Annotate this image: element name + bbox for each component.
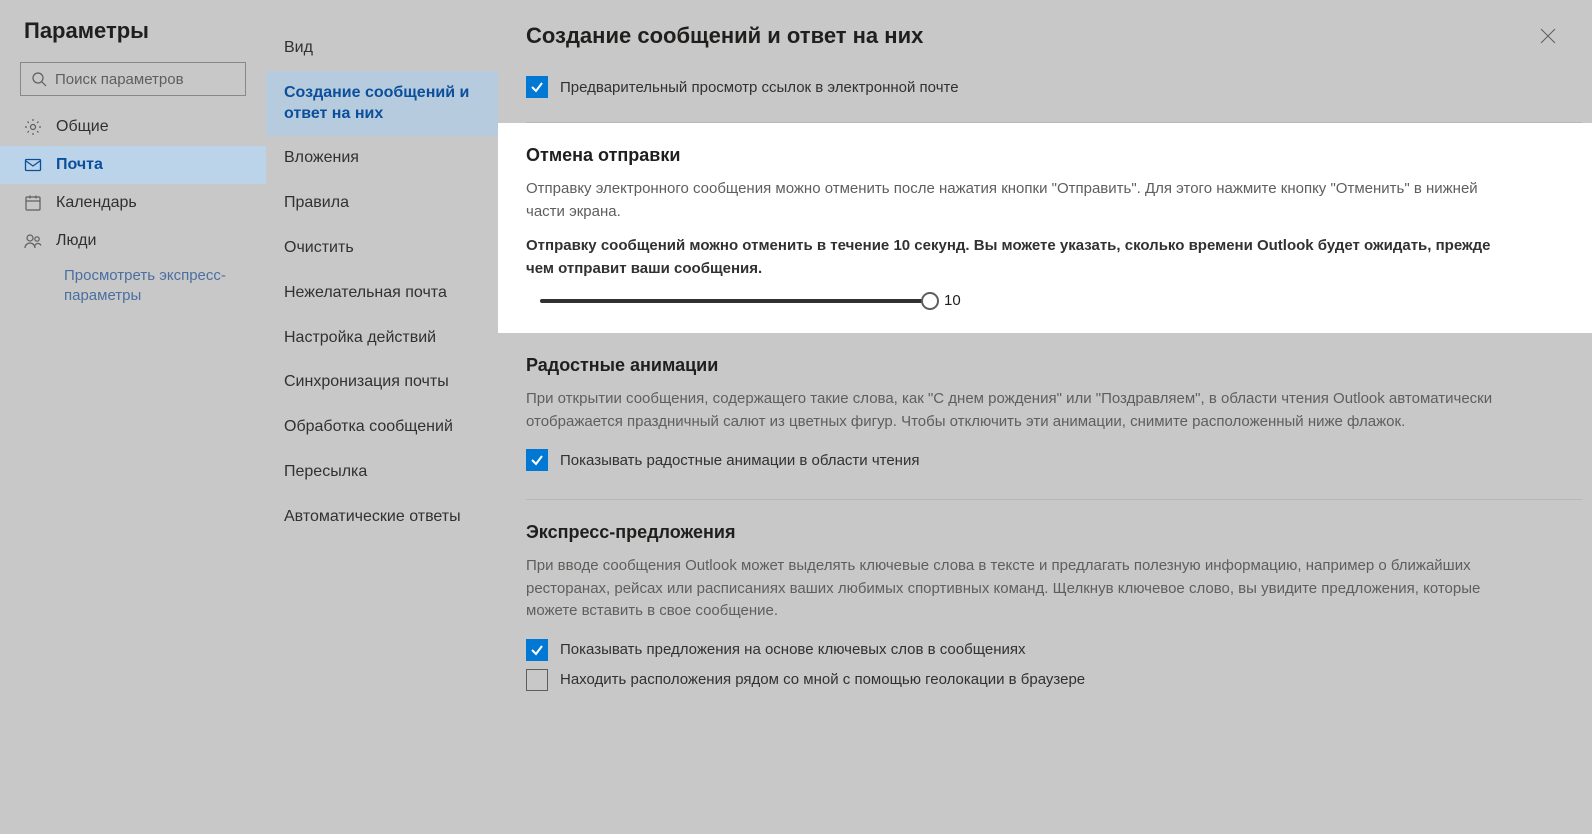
joyful-animations-section: Радостные анимации При открытии сообщени… (526, 333, 1582, 500)
suggest-geolocation-label: Находить расположения рядом со мной с по… (560, 671, 1085, 688)
suggest-keywords-label: Показывать предложения на основе ключевы… (560, 641, 1026, 658)
undo-send-bold-desc: Отправку сообщений можно отменить в тече… (526, 235, 1512, 280)
nav-label: Общие (56, 118, 109, 136)
settings-content-scroll[interactable]: Предварительный просмотр ссылок в электр… (498, 70, 1592, 834)
nav-item-calendar[interactable]: Календарь (0, 184, 266, 222)
nav-item-people[interactable]: Люди (0, 222, 266, 260)
undo-send-slider[interactable] (540, 299, 930, 303)
people-icon (24, 232, 42, 250)
subnav-customize-actions[interactable]: Настройка действий (266, 316, 498, 361)
undo-send-slider-thumb[interactable] (921, 292, 939, 310)
subnav-message-handling[interactable]: Обработка сообщений (266, 405, 498, 450)
suggest-geolocation-checkbox[interactable] (526, 669, 548, 691)
undo-send-section: Отмена отправки Отправку электронного со… (498, 123, 1592, 333)
nav-item-general[interactable]: Общие (0, 108, 266, 146)
nav-item-mail[interactable]: Почта (0, 146, 266, 184)
link-preview-checkbox[interactable] (526, 76, 548, 98)
subnav-rules[interactable]: Правила (266, 181, 498, 226)
mail-icon (24, 156, 42, 174)
nav-label: Почта (56, 156, 103, 174)
link-preview-section: Предварительный просмотр ссылок в электр… (526, 70, 1582, 123)
page-title: Создание сообщений и ответ на них (526, 23, 923, 49)
subnav-attachments[interactable]: Вложения (266, 136, 498, 181)
search-input[interactable] (55, 71, 235, 88)
settings-sidebar-secondary: Вид Создание сообщений и ответ на них Вл… (266, 0, 498, 834)
suggested-replies-section: Экспресс-предложения При вводе сообщения… (526, 500, 1582, 719)
suggest-keywords-checkbox[interactable] (526, 639, 548, 661)
subnav-sweep[interactable]: Очистить (266, 226, 498, 271)
undo-send-heading: Отмена отправки (526, 145, 1512, 166)
subnav-sync[interactable]: Синхронизация почты (266, 360, 498, 405)
nav-label: Календарь (56, 194, 137, 212)
undo-send-value: 10 (944, 292, 961, 309)
gear-icon (24, 118, 42, 136)
calendar-icon (24, 194, 42, 212)
quick-settings-link[interactable]: Просмотреть экспресс-параметры (0, 260, 266, 305)
joyful-desc: При открытии сообщения, содержащего таки… (526, 388, 1512, 433)
joyful-checkbox[interactable] (526, 449, 548, 471)
subnav-junk[interactable]: Нежелательная почта (266, 271, 498, 316)
suggest-desc: При вводе сообщения Outlook может выделя… (526, 555, 1512, 623)
link-preview-label: Предварительный просмотр ссылок в электр… (560, 79, 959, 96)
undo-send-desc: Отправку электронного сообщения можно от… (526, 178, 1512, 223)
subnav-compose-reply[interactable]: Создание сообщений и ответ на них (266, 71, 498, 137)
subnav-forwarding[interactable]: Пересылка (266, 450, 498, 495)
close-button[interactable] (1532, 20, 1564, 52)
search-box[interactable] (20, 62, 246, 96)
search-icon (31, 70, 47, 88)
settings-title: Параметры (0, 18, 266, 62)
subnav-automatic-replies[interactable]: Автоматические ответы (266, 495, 498, 540)
nav-label: Люди (56, 232, 96, 250)
subnav-layout[interactable]: Вид (266, 26, 498, 71)
suggest-heading: Экспресс-предложения (526, 522, 1512, 543)
joyful-heading: Радостные анимации (526, 355, 1512, 376)
settings-sidebar-primary: Параметры Общие Почта Календарь (0, 0, 266, 834)
settings-main-panel: Создание сообщений и ответ на них Предва… (498, 0, 1592, 834)
joyful-checkbox-label: Показывать радостные анимации в области … (560, 452, 919, 469)
